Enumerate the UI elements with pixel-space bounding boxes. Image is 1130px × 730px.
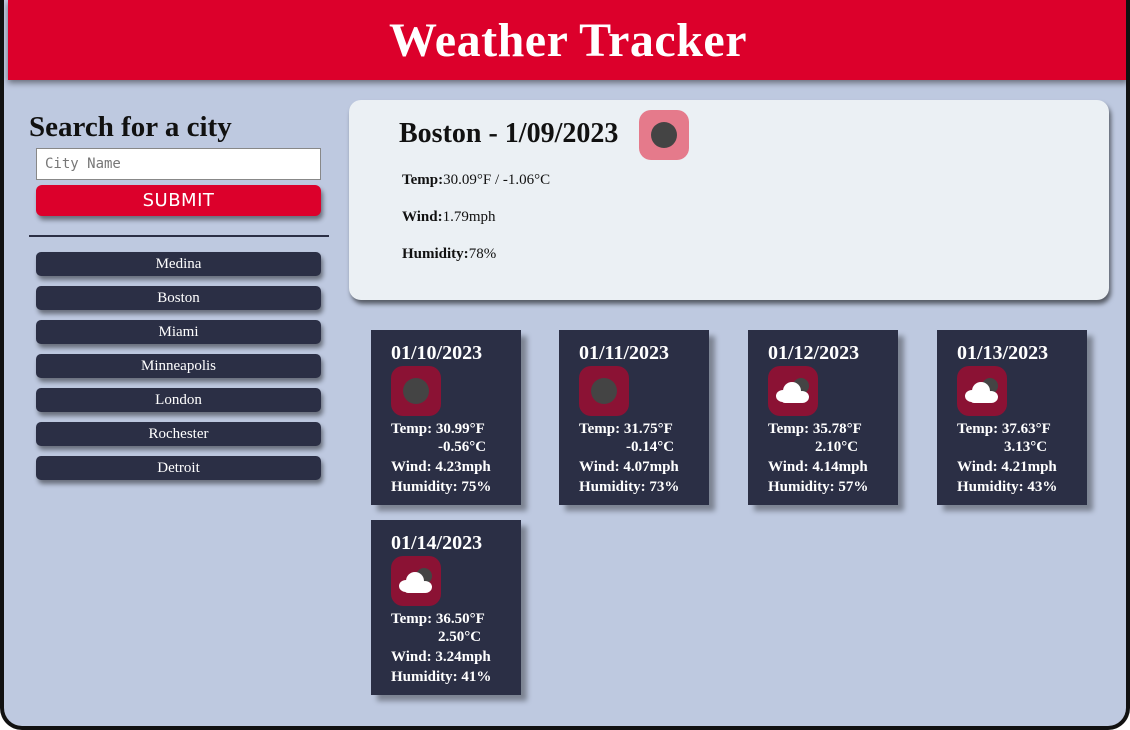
forecast-card: 01/11/2023 Temp: 31.75°F -0.14°C Wind: 4…: [559, 330, 709, 505]
forecast-temp-f: Temp: 37.63°F: [957, 421, 1051, 437]
forecast-card: 01/10/2023 Temp: 30.99°F -0.56°C Wind: 4…: [371, 330, 521, 505]
forecast-date: 01/11/2023: [579, 342, 670, 364]
forecast-date: 01/10/2023: [391, 342, 483, 364]
cloud-icon: [768, 366, 818, 416]
sidebar-divider: [29, 235, 329, 237]
history-city-rochester[interactable]: Rochester: [36, 422, 321, 446]
forecast-temp-c: 3.13°C: [1004, 439, 1048, 455]
city-name-input[interactable]: [36, 148, 321, 180]
dark-circle-icon: [391, 366, 441, 416]
forecast-wind: Wind: 4.23mph: [391, 459, 491, 475]
forecast-humidity: Humidity: 73%: [579, 479, 680, 495]
dark-circle-icon: [639, 110, 689, 160]
forecast-wind: Wind: 4.21mph: [957, 459, 1057, 475]
history-city-minneapolis[interactable]: Minneapolis: [36, 354, 321, 378]
forecast-temp-c: -0.14°C: [626, 439, 675, 455]
forecast-humidity: Humidity: 43%: [957, 479, 1058, 495]
current-weather-title: Boston - 1/09/2023: [399, 118, 619, 149]
forecast-humidity: Humidity: 57%: [768, 479, 869, 495]
submit-button[interactable]: SUBMIT: [36, 185, 321, 216]
forecast-temp-f: Temp: 30.99°F: [391, 421, 485, 437]
history-city-miami[interactable]: Miami: [36, 320, 321, 344]
forecast-date: 01/12/2023: [768, 342, 860, 364]
cloud-icon: [391, 556, 441, 606]
forecast-card: 01/14/2023 Temp: 36.50°F 2.50°C Wind: 3.…: [371, 520, 521, 695]
forecast-card: 01/13/2023 Temp: 37.63°F 3.13°C Wind: 4.…: [937, 330, 1087, 505]
history-city-boston[interactable]: Boston: [36, 286, 321, 310]
forecast-temp-f: Temp: 36.50°F: [391, 611, 485, 627]
current-temp: Temp:30.09°F / -1.06°C: [402, 172, 551, 188]
forecast-humidity: Humidity: 75%: [391, 479, 492, 495]
history-city-detroit[interactable]: Detroit: [36, 456, 321, 480]
forecast-wind: Wind: 4.07mph: [579, 459, 679, 475]
current-weather-card: Boston - 1/09/2023 Temp:30.09°F / -1.06°…: [349, 100, 1109, 300]
forecast-temp-c: -0.56°C: [438, 439, 487, 455]
forecast-wind: Wind: 3.24mph: [391, 649, 491, 665]
forecast-card: 01/12/2023 Temp: 35.78°F 2.10°C Wind: 4.…: [748, 330, 898, 505]
app-header: Weather Tracker: [8, 0, 1126, 80]
history-city-medina[interactable]: Medina: [36, 252, 321, 276]
search-sidebar: Search for a city SUBMIT Medina Boston M…: [29, 110, 329, 480]
forecast-temp-c: 2.50°C: [438, 629, 482, 645]
app-frame: Weather Tracker Search for a city SUBMIT…: [0, 0, 1130, 730]
forecast-humidity: Humidity: 41%: [391, 669, 492, 685]
app-title: Weather Tracker: [388, 14, 748, 67]
forecast-date: 01/14/2023: [391, 532, 483, 554]
current-humidity: Humidity:78%: [402, 246, 497, 262]
search-history-list: Medina Boston Miami Minneapolis London R…: [36, 252, 321, 490]
dark-circle-icon: [579, 366, 629, 416]
current-wind: Wind:1.79mph: [402, 209, 496, 225]
history-city-london[interactable]: London: [36, 388, 321, 412]
forecast-date: 01/13/2023: [957, 342, 1049, 364]
cloud-icon: [957, 366, 1007, 416]
search-title: Search for a city: [29, 111, 232, 143]
forecast-temp-c: 2.10°C: [815, 439, 859, 455]
forecast-temp-f: Temp: 31.75°F: [579, 421, 673, 437]
forecast-wind: Wind: 4.14mph: [768, 459, 868, 475]
forecast-temp-f: Temp: 35.78°F: [768, 421, 862, 437]
